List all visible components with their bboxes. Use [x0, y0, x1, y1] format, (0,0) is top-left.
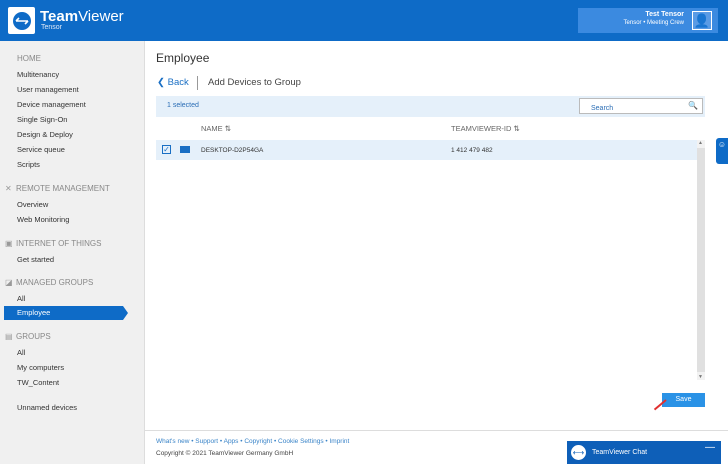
chat-title: TeamViewer Chat	[592, 449, 648, 456]
selected-count: 1 selected	[167, 102, 199, 109]
device-name: DESKTOP-D2P54GA	[201, 147, 264, 154]
user-name: Test Tensor	[645, 11, 684, 18]
link-apps[interactable]: Apps	[224, 438, 239, 445]
section-groups[interactable]: ▤ GROUPS	[5, 332, 51, 341]
search-input[interactable]: Search 🔍	[579, 98, 703, 114]
section-managed-groups[interactable]: ◪ MANAGED GROUPS	[5, 278, 93, 287]
minimize-icon[interactable]: —	[705, 442, 715, 453]
link-support[interactable]: Support	[195, 438, 218, 445]
copyright-text: Copyright © 2021 TeamViewer Germany GmbH	[156, 450, 294, 457]
sidebar-item-employee[interactable]: Employee	[4, 306, 128, 320]
divider	[197, 76, 198, 90]
save-button[interactable]: Save	[662, 393, 705, 407]
breadcrumb: Add Devices to Group	[208, 77, 301, 88]
sidebar-item-scripts[interactable]: Scripts	[17, 160, 40, 169]
page-title: Employee	[156, 51, 210, 65]
sidebar-item-overview[interactable]: Overview	[17, 200, 48, 209]
sidebar-item-device-management[interactable]: Device management	[17, 100, 86, 109]
user-role: Tensor • Meeting Crew	[623, 20, 684, 26]
sidebar-item-web-monitoring[interactable]: Web Monitoring	[17, 215, 69, 224]
link-cookie-settings[interactable]: Cookie Settings	[278, 438, 324, 445]
link-whats-new[interactable]: What's new	[156, 438, 189, 445]
managed-groups-icon: ◪	[5, 277, 13, 287]
section-iot[interactable]: ▣ INTERNET OF THINGS	[5, 239, 102, 248]
sidebar-item-sso[interactable]: Single Sign-On	[17, 115, 67, 124]
scrollbar[interactable]: ▲ ▼	[697, 140, 705, 380]
sidebar-item-managed-all[interactable]: All	[17, 294, 25, 303]
sort-icon: ⇅	[513, 124, 520, 133]
footer-links: What's new • Support • Apps • Copyright …	[156, 438, 350, 445]
user-menu[interactable]: Test Tensor Tensor • Meeting Crew 👤	[578, 8, 718, 33]
sidebar: HOME Multitenancy User management Device…	[0, 41, 145, 464]
chat-widget[interactable]: ⟷ TeamViewer Chat —	[567, 441, 721, 464]
groups-icon: ▤	[5, 331, 13, 341]
selection-bar: 1 selected Search 🔍	[156, 96, 705, 117]
brand-name: TeamViewer	[40, 8, 124, 25]
search-icon: 🔍	[688, 101, 698, 110]
teamviewer-logo-icon[interactable]	[8, 7, 35, 34]
sidebar-item-service-queue[interactable]: Service queue	[17, 145, 65, 154]
sidebar-item-get-started[interactable]: Get started	[17, 255, 54, 264]
table-row[interactable]: ✓ DESKTOP-D2P54GA 1 412 479 482	[156, 140, 697, 160]
sidebar-item-groups-all[interactable]: All	[17, 348, 25, 357]
column-header-name[interactable]: NAME ⇅	[201, 124, 231, 133]
footer-divider	[145, 430, 728, 431]
teamviewer-chat-icon: ⟷	[571, 445, 586, 460]
sidebar-item-design-deploy[interactable]: Design & Deploy	[17, 130, 73, 139]
link-imprint[interactable]: Imprint	[329, 438, 349, 445]
column-header-teamviewer-id[interactable]: TEAMVIEWER-ID ⇅	[451, 124, 520, 133]
feedback-tab[interactable]: ☺	[716, 138, 728, 164]
company-name: Tensor	[41, 24, 63, 31]
chevron-left-icon: ❮	[157, 77, 165, 88]
row-checkbox[interactable]: ✓	[162, 145, 171, 154]
iot-icon: ▣	[5, 238, 13, 248]
device-id: 1 412 479 482	[451, 147, 493, 154]
sidebar-item-my-computers[interactable]: My computers	[17, 363, 64, 372]
back-button[interactable]: ❮ Back	[157, 77, 189, 88]
section-remote-management[interactable]: ✕ REMOTE MANAGEMENT	[5, 184, 110, 193]
sidebar-item-multitenancy[interactable]: Multitenancy	[17, 70, 59, 79]
sidebar-item-unnamed-devices[interactable]: Unnamed devices	[17, 403, 77, 412]
avatar-icon: 👤	[692, 11, 712, 30]
sidebar-item-user-management[interactable]: User management	[17, 85, 79, 94]
sort-icon: ⇅	[224, 124, 232, 133]
section-home[interactable]: HOME	[17, 54, 41, 63]
link-copyright[interactable]: Copyright	[244, 438, 272, 445]
top-header: TeamViewer Tensor Test Tensor Tensor • M…	[0, 0, 728, 41]
computer-icon	[180, 146, 190, 153]
sidebar-item-tw-content[interactable]: TW_Content	[17, 378, 59, 387]
remote-icon: ✕	[5, 183, 12, 193]
